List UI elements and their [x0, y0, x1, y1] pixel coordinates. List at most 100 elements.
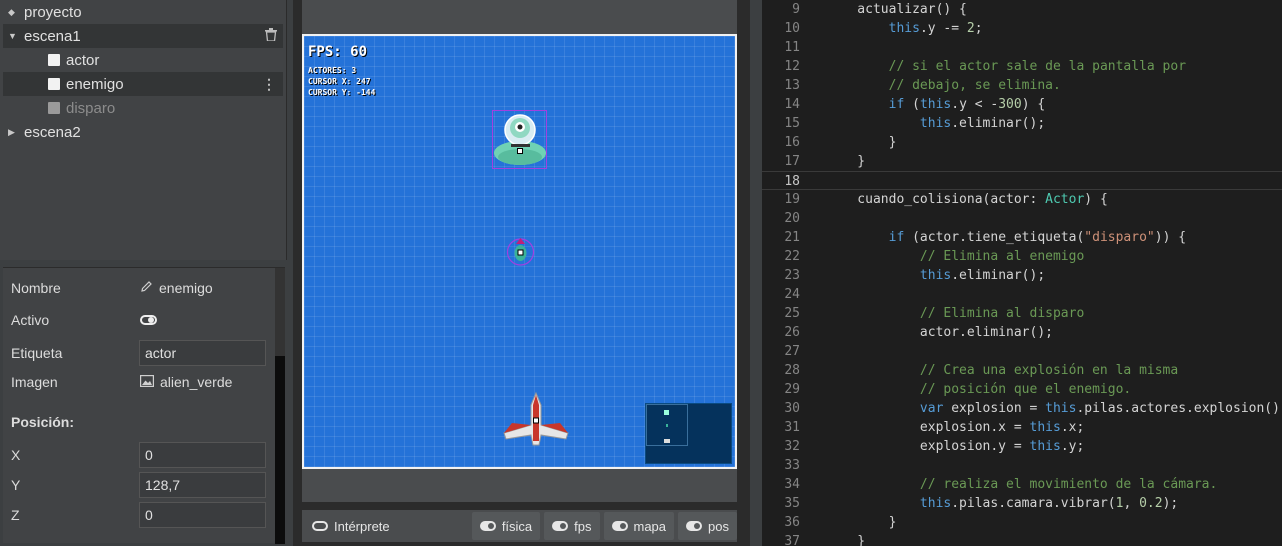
code-text: // Crea una explosión en la misma — [919, 363, 1179, 378]
line-number: 18 — [784, 174, 800, 189]
line-number: 13 — [784, 78, 800, 93]
code-line[interactable]: 37 } — [762, 532, 1282, 546]
pos-toggle[interactable]: pos — [678, 512, 737, 540]
code-line[interactable]: 21 if (actor.tiene_etiqueta("disparo")) … — [762, 228, 1282, 247]
alien-sprite[interactable] — [492, 110, 547, 169]
line-number: 34 — [784, 477, 800, 492]
ship-sprite[interactable] — [500, 391, 572, 447]
image-icon — [140, 374, 155, 390]
code-line[interactable]: 32 explosion.y = this.y; — [762, 437, 1282, 456]
toggle-on-icon — [552, 521, 569, 531]
code-text: var explosion = this.pilas.actores.explo… — [919, 401, 1282, 416]
shot-sprite[interactable] — [506, 236, 535, 267]
code-text: this.pilas.camara.vibrar(1, 0.2); — [919, 496, 1179, 511]
code-line[interactable]: 35 this.pilas.camara.vibrar(1, 0.2); — [762, 494, 1282, 513]
nombre-label: Nombre — [11, 280, 61, 296]
imagen-value[interactable]: alien_verde — [140, 374, 232, 390]
code-line[interactable]: 26 actor.eliminar(); — [762, 323, 1282, 342]
interprete-toggle[interactable]: Intérprete — [304, 512, 398, 540]
activo-toggle[interactable] — [140, 315, 157, 325]
code-line[interactable]: 36 } — [762, 513, 1282, 532]
x-field[interactable]: 0 — [139, 442, 266, 468]
code-text: } — [826, 515, 897, 530]
tree-item-escena1[interactable]: ▼ escena1 — [3, 24, 283, 48]
line-number: 37 — [784, 534, 800, 546]
line-number: 9 — [792, 2, 800, 17]
trash-icon[interactable] — [265, 28, 277, 44]
code-line[interactable]: 15 this.eliminar(); — [762, 114, 1282, 133]
code-line[interactable]: 19 cuando_colisiona(actor: Actor) { — [762, 190, 1282, 209]
code-line[interactable]: 13 // debajo, se elimina. — [762, 76, 1282, 95]
minimap-shot-dot — [666, 424, 668, 427]
code-text: // posición que el enemigo. — [919, 382, 1132, 397]
mapa-toggle[interactable]: mapa — [603, 512, 675, 540]
code-line[interactable]: 17 } — [762, 152, 1282, 171]
checkbox[interactable] — [48, 102, 60, 114]
code-line[interactable]: 30 var explosion = this.pilas.actores.ex… — [762, 399, 1282, 418]
code-line[interactable]: 11 — [762, 38, 1282, 57]
toggle-on-icon — [611, 521, 628, 531]
code-line[interactable]: 16 } — [762, 133, 1282, 152]
code-text: this.eliminar(); — [919, 116, 1046, 131]
code-line[interactable]: 24 — [762, 285, 1282, 304]
nombre-value[interactable]: enemigo — [140, 280, 213, 296]
line-number: 29 — [784, 382, 800, 397]
checkbox[interactable] — [48, 78, 60, 90]
toggle-on-icon — [686, 521, 703, 531]
line-number: 15 — [784, 116, 800, 131]
fps-readout: FPS: 60 — [308, 44, 368, 60]
fps-toggle[interactable]: fps — [544, 512, 600, 540]
tree-item-actor[interactable]: actor — [3, 48, 283, 72]
line-number: 14 — [784, 97, 800, 112]
line-number: 35 — [784, 496, 800, 511]
inspector-scrollbar[interactable] — [275, 268, 285, 544]
code-line[interactable]: 9 actualizar() { — [762, 0, 1282, 19]
code-line[interactable]: 20 — [762, 209, 1282, 228]
tree-item-label: disparo — [66, 99, 116, 117]
line-number: 31 — [784, 420, 800, 435]
code-text: // Elimina al disparo — [919, 306, 1085, 321]
y-field[interactable]: 128,7 — [139, 472, 266, 498]
code-text: this.y -= 2; — [888, 21, 983, 36]
code-line[interactable]: 12 // si el actor sale de la pantalla po… — [762, 57, 1282, 76]
line-number: 24 — [784, 287, 800, 302]
code-line[interactable]: 25 // Elimina al disparo — [762, 304, 1282, 323]
line-number: 19 — [784, 192, 800, 207]
code-text: // Elimina al enemigo — [919, 249, 1085, 264]
code-text: } — [826, 135, 897, 150]
tree-item-disparo[interactable]: disparo — [3, 96, 283, 120]
tree-item-project[interactable]: ◆ proyecto — [3, 0, 283, 24]
code-line[interactable]: 27 — [762, 342, 1282, 361]
checkbox[interactable] — [48, 54, 60, 66]
inspector-panel: Nombre enemigo Activo Etiqueta actor Ima… — [3, 267, 285, 544]
tree-item-enemigo[interactable]: enemigo ⋮ — [3, 72, 283, 96]
z-field[interactable]: 0 — [139, 502, 266, 528]
toggle-on-icon — [479, 521, 496, 531]
tree-item-label: escena2 — [24, 123, 81, 141]
x-label: X — [11, 447, 21, 463]
etiqueta-field[interactable]: actor — [139, 340, 266, 366]
code-line[interactable]: 18 — [762, 171, 1282, 190]
more-options-icon[interactable]: ⋮ — [262, 76, 276, 93]
caret-down-icon[interactable]: ▼ — [8, 31, 20, 41]
minimap[interactable] — [645, 403, 732, 464]
code-editor[interactable]: 9 actualizar() {10 this.y -= 2; 11 12 // s… — [762, 0, 1282, 546]
code-text: // debajo, se elimina. — [888, 78, 1061, 93]
fisica-toggle[interactable]: física — [471, 512, 541, 540]
code-line[interactable]: 31 explosion.x = this.x; — [762, 418, 1282, 437]
code-line[interactable]: 22 // Elimina al enemigo — [762, 247, 1282, 266]
code-line[interactable]: 28 // Crea una explosión en la misma — [762, 361, 1282, 380]
code-line[interactable]: 33 — [762, 456, 1282, 475]
code-text: actualizar() { — [826, 2, 967, 17]
game-canvas[interactable]: FPS: 60 ACTORES: 3 CURSOR X: 247 CURSOR … — [302, 34, 737, 469]
code-line[interactable]: 14 if (this.y < -300) { — [762, 95, 1282, 114]
code-line[interactable]: 10 this.y -= 2; — [762, 19, 1282, 38]
caret-right-icon[interactable]: ▶ — [8, 127, 20, 138]
code-line[interactable]: 23 this.eliminar(); — [762, 266, 1282, 285]
code-line[interactable]: 34 // realiza el movimiento de la cámara… — [762, 475, 1282, 494]
line-number: 26 — [784, 325, 800, 340]
line-number: 28 — [784, 363, 800, 378]
code-line[interactable]: 29 // posición que el enemigo. — [762, 380, 1282, 399]
line-number: 23 — [784, 268, 800, 283]
tree-item-escena2[interactable]: ▶ escena2 — [3, 120, 283, 144]
